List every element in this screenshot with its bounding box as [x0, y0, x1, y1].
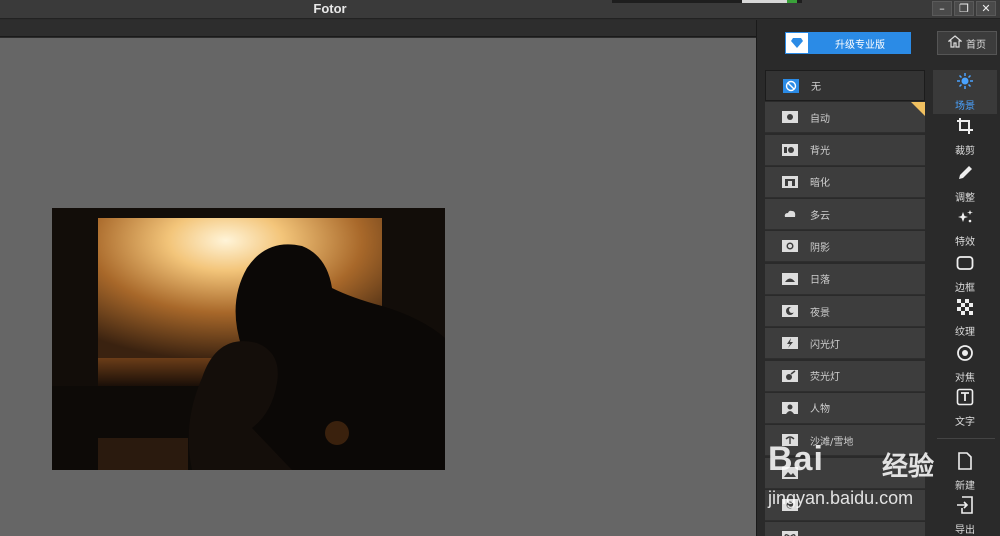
scene-item[interactable]: 自动: [765, 102, 925, 134]
tool-label: 边框: [955, 283, 975, 294]
scene-item[interactable]: 荧光灯: [765, 360, 925, 392]
loading-progress-bar: [612, 0, 802, 3]
upgrade-label: 升级专业版: [835, 39, 885, 51]
scene-item[interactable]: 背光: [765, 134, 925, 166]
scene-item[interactable]: 暗化: [765, 166, 925, 198]
text-icon: [956, 388, 974, 410]
scene-item-label: 多云: [810, 210, 830, 222]
watermark-brand: Bai: [768, 440, 824, 478]
fluorescent-icon: [780, 369, 800, 383]
tool-label: 调整: [955, 193, 975, 204]
texture-icon: [956, 298, 974, 320]
cloud-icon: [780, 207, 800, 221]
scene-icon: [956, 72, 974, 94]
scene-item-label: 夜景: [810, 307, 830, 319]
home-label: 首页: [966, 39, 986, 51]
scene-item[interactable]: 多云: [765, 199, 925, 231]
title-bar: Fotor – ❐ ✕: [0, 0, 1000, 19]
photo-preview[interactable]: [52, 208, 445, 470]
scene-item[interactable]: 人物: [765, 392, 925, 424]
home-icon: [947, 35, 963, 51]
scene-item[interactable]: 夜景: [765, 296, 925, 328]
close-button[interactable]: ✕: [976, 1, 996, 16]
home-button[interactable]: 首页: [937, 31, 997, 55]
portrait-icon: [780, 401, 800, 415]
tool-texture[interactable]: 纹理: [933, 296, 997, 340]
tool-adjust[interactable]: 调整: [933, 162, 997, 206]
effects-icon: [956, 208, 974, 230]
diamond-icon: [785, 32, 809, 54]
none-icon: [781, 78, 801, 93]
upgrade-button[interactable]: 升级专业版: [785, 32, 911, 54]
editor-canvas[interactable]: [0, 38, 756, 536]
border-icon: [956, 254, 974, 276]
tool-effects[interactable]: 特效: [933, 206, 997, 250]
scene-item-label: 日落: [810, 275, 830, 287]
moon-icon: [780, 304, 800, 318]
backlight-icon: [780, 143, 800, 157]
tool-label: 特效: [955, 237, 975, 248]
tool-label: 裁剪: [955, 146, 975, 157]
scene-item-label: 无: [811, 82, 821, 93]
scene-item-label: 背光: [810, 146, 830, 158]
scene-item-label: 闪光灯: [810, 339, 840, 351]
flash-icon: [780, 336, 800, 350]
sunset-icon: [780, 272, 800, 286]
scene-item-label: 荧光灯: [810, 372, 840, 384]
scene-item-label: 阴影: [810, 242, 830, 254]
adjust-icon: [956, 164, 974, 186]
tool-text[interactable]: 文字: [933, 386, 997, 430]
crop-icon: [956, 117, 974, 139]
tool-label: 场景: [955, 101, 975, 112]
camera-icon: [780, 110, 800, 124]
tool-crop[interactable]: 裁剪: [933, 115, 997, 159]
scene-item-label: 自动: [810, 113, 830, 125]
tool-focus[interactable]: 对焦: [933, 342, 997, 386]
tool-label: 纹理: [955, 327, 975, 338]
shadow-icon: [780, 239, 800, 253]
minimize-button[interactable]: –: [932, 1, 952, 16]
tool-border[interactable]: 边框: [933, 252, 997, 296]
tool-label: 文字: [955, 417, 975, 428]
watermark-url: jingyan.baidu.com: [768, 488, 914, 508]
premium-corner-icon: [911, 102, 925, 117]
scene-item-label: 暗化: [810, 178, 830, 190]
scene-item[interactable]: 闪光灯: [765, 328, 925, 360]
tool-label: 导出: [955, 525, 975, 536]
tool-scene[interactable]: 场景: [933, 70, 997, 114]
restore-button[interactable]: ❐: [954, 1, 974, 16]
darken-icon: [780, 175, 800, 189]
tool-label: 对焦: [955, 373, 975, 384]
app-title: Fotor: [313, 1, 347, 16]
focus-icon: [956, 344, 974, 366]
scene-item[interactable]: 日落: [765, 263, 925, 295]
scene-item[interactable]: 阴影: [765, 231, 925, 263]
watermark-brand-cn: 经验: [882, 452, 935, 482]
scene-item[interactable]: [765, 522, 925, 536]
scene-item[interactable]: 无: [765, 70, 925, 101]
watermark: Bai 经验 jingyan.baidu.com: [760, 430, 1000, 520]
canvas-toolbar: [0, 20, 756, 37]
scene-item-label: 人物: [810, 404, 830, 416]
plant-icon: [780, 530, 800, 536]
